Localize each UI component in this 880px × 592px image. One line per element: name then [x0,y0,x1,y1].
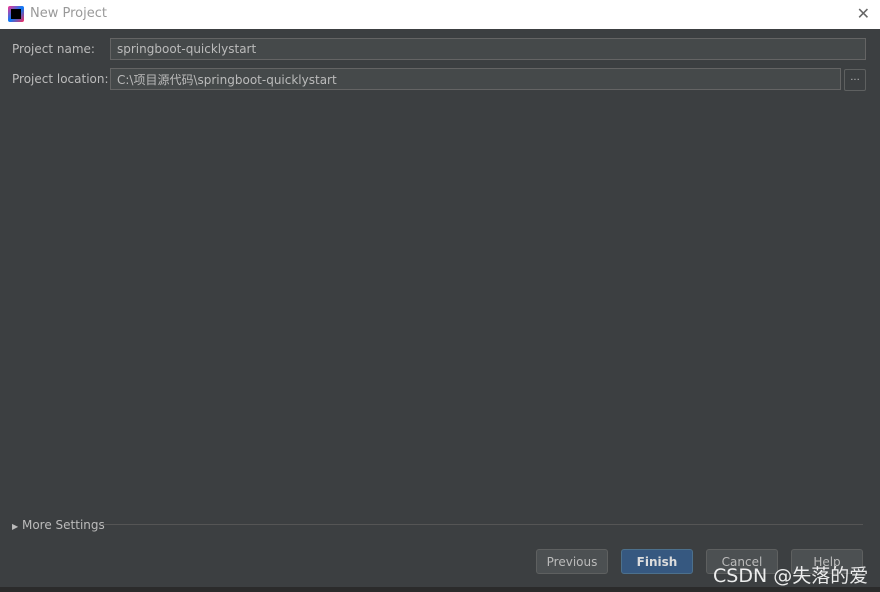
title-bar: New Project ✕ [0,0,880,29]
more-settings-label: More Settings [21,518,105,532]
project-location-label: Project location: [12,72,109,86]
intellij-logo-icon [8,6,24,22]
window-title: New Project [30,6,107,21]
more-settings-toggle[interactable]: ▶ More Settings [12,518,105,532]
finish-button[interactable]: Finish [621,549,693,574]
previous-button[interactable]: Previous [536,549,608,574]
project-location-input[interactable] [110,68,841,90]
project-name-input[interactable] [110,38,866,60]
expand-triangle-icon: ▶ [12,522,19,531]
watermark: CSDN @失落的爱 [713,565,869,587]
browse-button[interactable]: ... [844,69,866,91]
divider [102,524,863,525]
close-icon[interactable]: ✕ [857,4,870,23]
project-name-label: Project name: [12,42,95,56]
